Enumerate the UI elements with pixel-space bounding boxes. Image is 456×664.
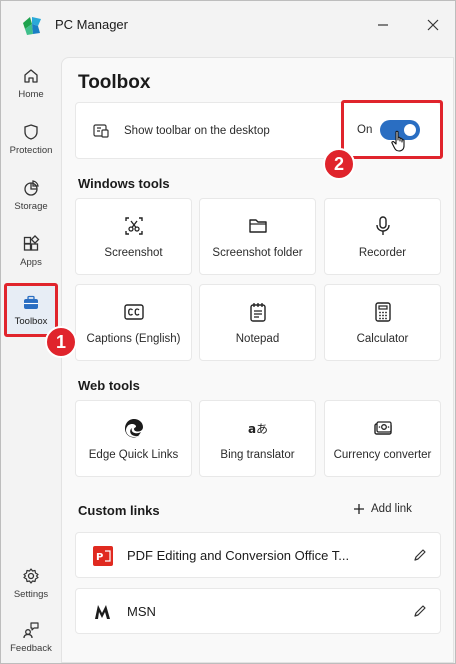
tool-edge-quick-links[interactable]: Edge Quick Links: [75, 400, 192, 477]
tool-bing-translator[interactable]: aあ Bing translator: [199, 400, 316, 477]
tool-screenshot[interactable]: Screenshot: [75, 198, 192, 275]
pc-manager-window: PC Manager Home Protection Storage Apps …: [0, 0, 456, 664]
sidebar-item-home[interactable]: Home: [4, 57, 58, 109]
sidebar: Home Protection Storage Apps Toolbox Set…: [1, 49, 61, 664]
custom-link-item[interactable]: P PDF Editing and Conversion Office T...: [75, 532, 441, 578]
tool-label: Screenshot: [104, 246, 163, 259]
custom-link-label: PDF Editing and Conversion Office T...: [127, 548, 350, 563]
tool-label: Currency converter: [333, 448, 432, 461]
title-bar: PC Manager: [1, 1, 456, 49]
plus-icon: [354, 504, 364, 514]
tool-label: Edge Quick Links: [88, 448, 179, 461]
hand-cursor-icon: [391, 130, 405, 152]
microphone-icon: [375, 215, 390, 235]
windows-tools-heading: Windows tools: [78, 176, 170, 191]
svg-text:P: P: [96, 552, 103, 563]
svg-text:a: a: [248, 422, 256, 436]
web-tools-heading: Web tools: [78, 378, 140, 393]
tool-calculator[interactable]: Calculator: [324, 284, 441, 361]
sidebar-item-label: Settings: [13, 588, 49, 600]
add-link-button[interactable]: Add link: [353, 503, 412, 515]
calculator-icon: [374, 301, 391, 322]
sidebar-item-label: Storage: [14, 200, 48, 212]
sidebar-item-storage[interactable]: Storage: [4, 169, 58, 221]
tool-label: Screenshot folder: [212, 246, 303, 259]
close-icon: [427, 19, 439, 31]
sidebar-item-label: Toolbox: [14, 315, 48, 327]
tool-currency-converter[interactable]: Currency converter: [324, 400, 441, 477]
step-badge-1: 1: [45, 326, 77, 358]
custom-link-item[interactable]: MSN: [75, 588, 441, 634]
gear-icon: [23, 567, 39, 584]
sidebar-item-protection[interactable]: Protection: [4, 113, 58, 165]
home-icon: [24, 68, 38, 83]
sidebar-item-label: Apps: [20, 256, 42, 268]
add-link-label: Add link: [371, 503, 412, 515]
pencil-icon[interactable]: [413, 604, 427, 618]
svg-text:あ: あ: [256, 422, 268, 436]
tool-label: Calculator: [356, 332, 409, 345]
close-button[interactable]: [419, 13, 447, 37]
toggle-state-label: On: [357, 124, 373, 136]
sidebar-item-label: Feedback: [10, 642, 52, 654]
pc-manager-logo-icon: [23, 17, 41, 35]
minimize-button[interactable]: [369, 13, 397, 37]
screenshot-icon: [124, 216, 143, 235]
translate-icon: aあ: [248, 422, 268, 436]
toolbox-icon: [24, 295, 38, 309]
main-panel: Toolbox Show toolbar on the desktop On W…: [61, 57, 454, 663]
pencil-icon[interactable]: [413, 548, 427, 562]
apps-icon: [23, 234, 40, 251]
custom-link-label: MSN: [127, 604, 156, 619]
edge-icon: [124, 418, 143, 437]
shield-icon: [24, 123, 38, 140]
folder-icon: [248, 218, 267, 233]
sidebar-item-settings[interactable]: Settings: [4, 557, 58, 609]
notepad-icon: [249, 302, 266, 322]
show-toolbar-label: Show toolbar on the desktop: [124, 125, 270, 137]
tool-label: Captions (English): [86, 332, 181, 345]
feedback-icon: [23, 621, 39, 638]
step-badge-2: 2: [323, 148, 355, 180]
tool-captions[interactable]: Captions (English): [75, 284, 192, 361]
currency-icon: [373, 420, 392, 435]
captions-icon: [123, 303, 144, 320]
tool-recorder[interactable]: Recorder: [324, 198, 441, 275]
app-title: PC Manager: [55, 17, 128, 32]
tool-label: Bing translator: [220, 448, 295, 461]
pdf-icon: P: [93, 546, 113, 566]
custom-links-heading: Custom links: [78, 503, 160, 518]
minimize-icon: [378, 24, 388, 26]
tool-screenshot-folder[interactable]: Screenshot folder: [199, 198, 316, 275]
page-title: Toolbox: [78, 72, 151, 93]
pie-chart-icon: [24, 179, 39, 196]
sidebar-item-apps[interactable]: Apps: [4, 225, 58, 277]
msn-icon: [95, 605, 110, 619]
tool-notepad[interactable]: Notepad: [199, 284, 316, 361]
sidebar-item-feedback[interactable]: Feedback: [4, 611, 58, 663]
toolbar-icon: [93, 124, 109, 138]
tool-label: Notepad: [235, 332, 280, 345]
tool-label: Recorder: [358, 246, 407, 259]
sidebar-item-label: Protection: [9, 144, 53, 156]
sidebar-item-label: Home: [18, 88, 44, 100]
